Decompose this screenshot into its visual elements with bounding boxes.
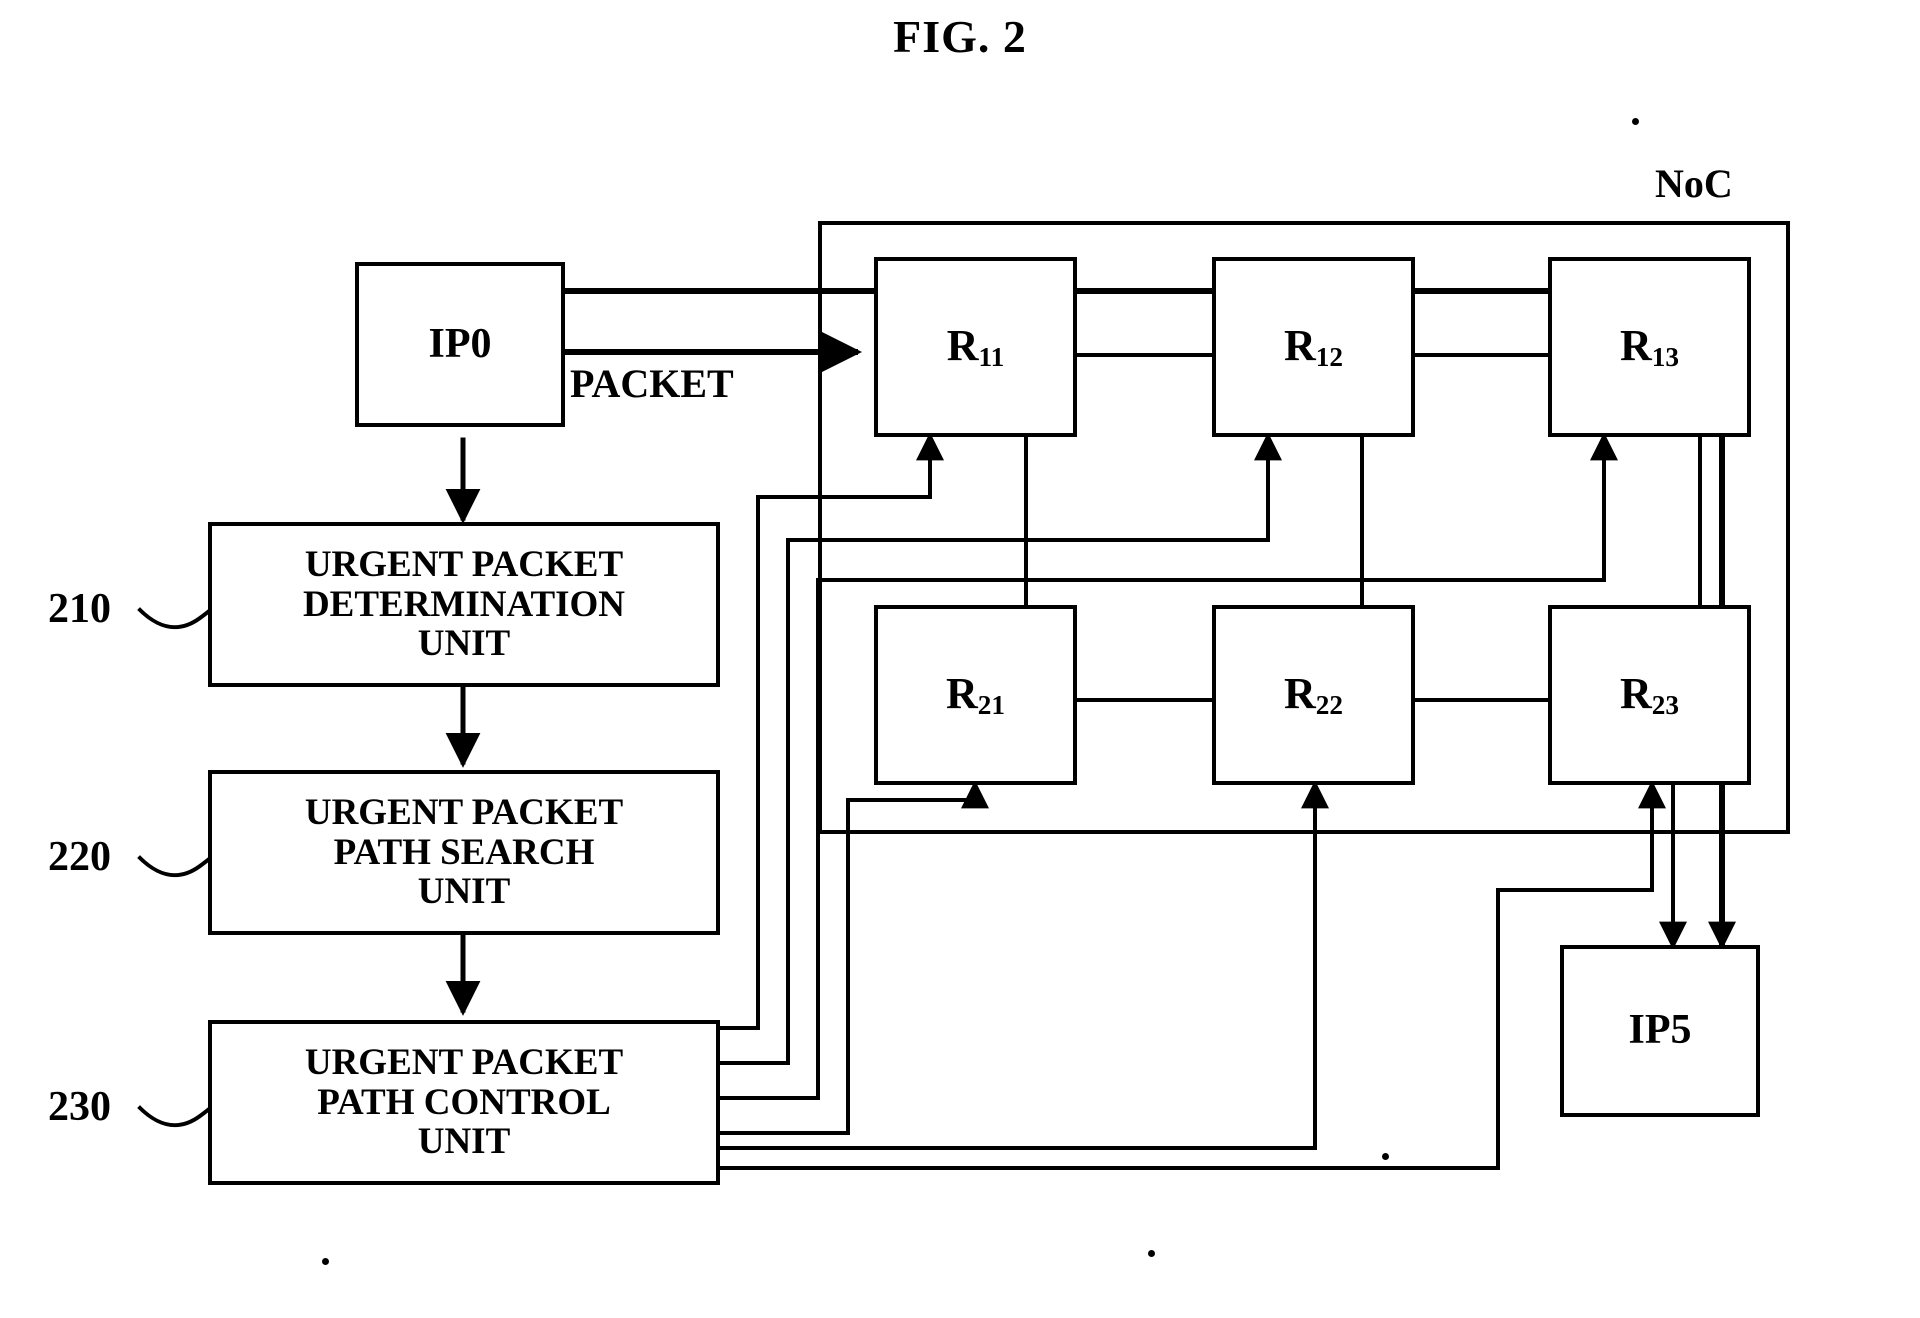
noc-label: NoC [1655, 161, 1733, 206]
figure-page: FIG. 2 IP0 PACKET NoC URGENT PACKET DETE… [0, 0, 1920, 1318]
scan-speck [322, 1258, 329, 1265]
block-210-label: URGENT PACKET DETERMINATION UNIT [302, 543, 626, 665]
ref-number-220: 220 [48, 834, 111, 880]
scan-speck [1382, 1153, 1389, 1160]
router-r11[interactable]: R11 [874, 257, 1077, 437]
router-r21-label: R21 [945, 668, 1006, 720]
block-ip0-label: IP0 [428, 320, 492, 367]
router-r12[interactable]: R12 [1212, 257, 1415, 437]
router-r23[interactable]: R23 [1548, 605, 1751, 785]
block-ip5[interactable]: IP5 [1560, 945, 1760, 1117]
router-r12-label: R12 [1283, 320, 1344, 372]
router-r23-label: R23 [1619, 668, 1680, 720]
block-ip5-label: IP5 [1628, 1007, 1692, 1054]
scan-speck [1148, 1250, 1155, 1257]
ctrl-230-to-r23 [716, 780, 1666, 1170]
router-r22-label: R22 [1283, 668, 1344, 720]
block-220-label: URGENT PACKET PATH SEARCH UNIT [304, 791, 624, 913]
leader-220 [137, 845, 221, 878]
ref-number-230: 230 [48, 1084, 111, 1130]
ref-number-210: 210 [48, 586, 111, 632]
router-r11-label: R11 [946, 320, 1005, 372]
ctrl-230-to-r13 [716, 432, 1618, 1100]
router-r21[interactable]: R21 [874, 605, 1077, 785]
router-r22[interactable]: R22 [1212, 605, 1415, 785]
packet-label: PACKET [570, 361, 734, 406]
leader-230 [137, 1095, 221, 1128]
ctrl-230-to-r22 [716, 780, 1329, 1150]
block-230-label: URGENT PACKET PATH CONTROL UNIT [304, 1041, 624, 1163]
block-urgent-packet-path-search-unit[interactable]: URGENT PACKET PATH SEARCH UNIT [208, 770, 720, 935]
router-r13[interactable]: R13 [1548, 257, 1751, 437]
scan-speck [1632, 118, 1639, 125]
block-urgent-packet-path-control-unit[interactable]: URGENT PACKET PATH CONTROL UNIT [208, 1020, 720, 1185]
router-r13-label: R13 [1619, 320, 1680, 372]
block-urgent-packet-determination-unit[interactable]: URGENT PACKET DETERMINATION UNIT [208, 522, 720, 687]
block-ip0[interactable]: IP0 [355, 262, 565, 427]
leader-210 [137, 597, 221, 630]
